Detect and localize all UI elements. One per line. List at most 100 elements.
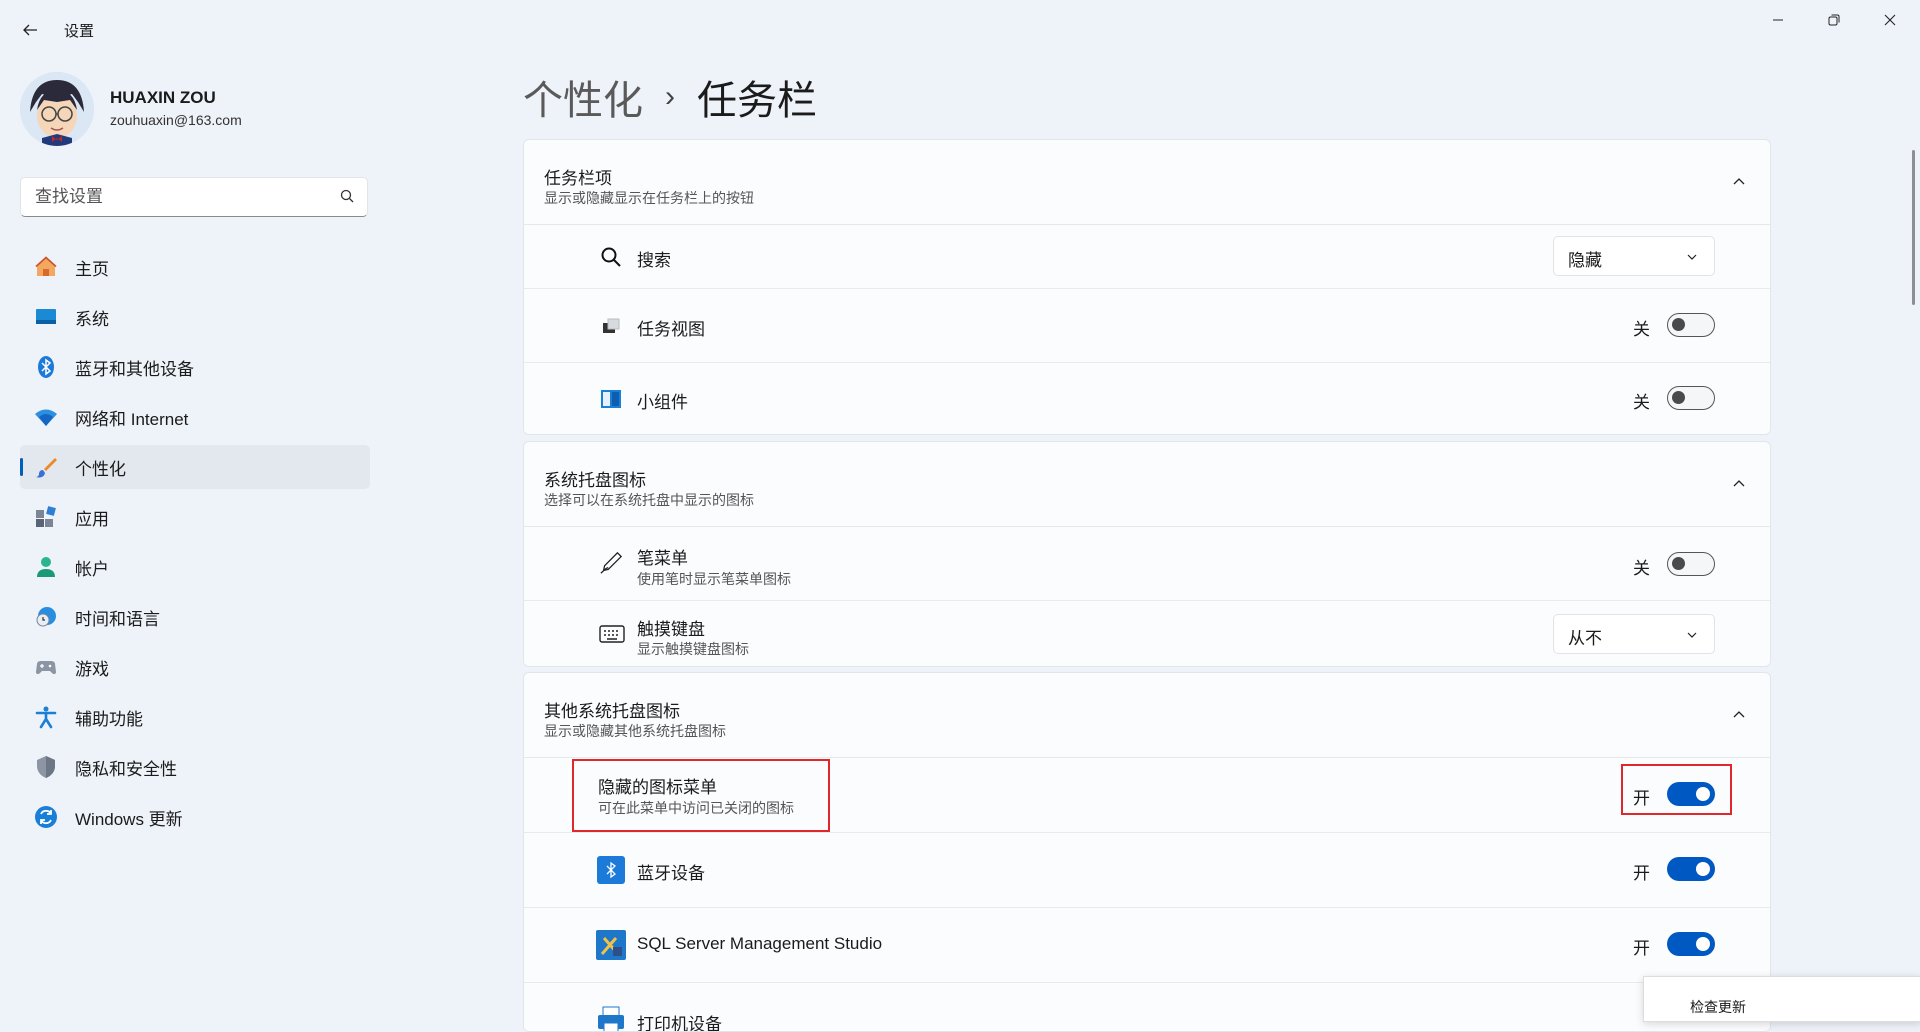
sidebar-item-label: 应用 [75, 509, 109, 529]
section-subtitle: 选择可以在系统托盘中显示的图标 [544, 492, 754, 508]
setting-label: 任务视图 [637, 320, 705, 339]
ssms-toggle[interactable] [1667, 932, 1715, 956]
sidebar-item-system[interactable]: 系统 [20, 295, 370, 339]
restore-icon [1828, 14, 1840, 26]
chevron-down-icon [1687, 254, 1697, 260]
search-icon[interactable] [340, 189, 355, 204]
section-header[interactable]: 任务栏项 显示或隐藏显示在任务栏上的按钮 [524, 140, 1770, 225]
sidebar-item-windows-update[interactable]: Windows 更新 [20, 795, 370, 839]
minimize-icon [1773, 19, 1783, 21]
toggle-knob [1696, 937, 1710, 951]
taskbar-items-section: 任务栏项 显示或隐藏显示在任务栏上的按钮 搜索 隐藏 任务视图 关 小组件 关 [523, 139, 1771, 435]
section-title: 其他系统托盘图标 [544, 702, 680, 721]
sidebar-item-network[interactable]: 网络和 Internet [20, 395, 370, 439]
setting-row-touch-keyboard: 触摸键盘 显示触摸键盘图标 从不 [524, 601, 1770, 666]
sql-server-icon [596, 930, 626, 960]
dropdown-value: 隐藏 [1568, 251, 1602, 270]
title-bar: 设置 [0, 0, 1920, 60]
gamepad-icon [36, 661, 56, 675]
touch-keyboard-dropdown[interactable]: 从不 [1553, 614, 1715, 654]
sidebar-item-gaming[interactable]: 游戏 [20, 645, 370, 689]
toggle-knob [1672, 557, 1685, 570]
pen-menu-toggle[interactable] [1667, 552, 1715, 576]
breadcrumb: 个性化 › 任务栏 [523, 68, 817, 126]
restore-button[interactable] [1806, 0, 1862, 40]
setting-row-ssms: SQL Server Management Studio 开 [524, 908, 1770, 983]
search-icon [599, 245, 623, 269]
setting-label: SQL Server Management Studio [637, 934, 883, 953]
avatar[interactable] [20, 72, 94, 146]
system-icon [36, 309, 56, 324]
setting-label: 触摸键盘 [637, 620, 705, 639]
app-title: 设置 [64, 23, 95, 40]
sidebar-item-accessibility[interactable]: 辅助功能 [20, 695, 370, 739]
breadcrumb-parent[interactable]: 个性化 [523, 68, 643, 126]
check-updates-popup[interactable]: 检查更新 [1643, 976, 1920, 1022]
user-email: zouhuaxin@163.com [110, 112, 242, 128]
setting-label: 蓝牙设备 [637, 864, 705, 883]
chevron-up-icon[interactable] [1732, 174, 1746, 188]
toggle-knob [1696, 862, 1710, 876]
sidebar-item-label: 网络和 Internet [75, 409, 189, 429]
account-icon [37, 557, 55, 577]
accessibility-icon [35, 706, 57, 729]
active-indicator [20, 458, 23, 476]
close-button[interactable] [1862, 0, 1918, 40]
dropdown-value: 从不 [1568, 629, 1602, 648]
section-header[interactable]: 系统托盘图标 选择可以在系统托盘中显示的图标 [524, 442, 1770, 527]
toggle-state-text: 开 [1633, 864, 1650, 883]
setting-label: 笔菜单 [637, 549, 688, 568]
search-input[interactable] [33, 186, 327, 208]
page-title: 任务栏 [697, 79, 817, 123]
printer-icon [596, 1005, 626, 1031]
task-view-toggle[interactable] [1667, 313, 1715, 337]
sidebar-item-time-language[interactable]: 时间和语言 [20, 595, 370, 639]
sidebar-item-apps[interactable]: 应用 [20, 495, 370, 539]
scrollbar[interactable] [1912, 150, 1915, 305]
chevron-up-icon[interactable] [1732, 476, 1746, 490]
pen-icon [599, 551, 623, 575]
user-name: HUAXIN ZOU [110, 88, 216, 107]
sidebar-item-label: 系统 [75, 309, 109, 329]
toggle-knob [1672, 318, 1685, 331]
brush-icon [36, 458, 57, 478]
sidebar-item-label: 辅助功能 [75, 709, 143, 729]
task-view-icon [599, 314, 623, 338]
sidebar-item-label: 隐私和安全性 [75, 759, 177, 779]
sidebar-item-label: 个性化 [75, 459, 126, 479]
settings-search[interactable] [20, 177, 368, 217]
setting-label: 打印机设备 [637, 1015, 722, 1032]
sidebar-item-label: 主页 [75, 259, 109, 279]
shield-icon [37, 756, 55, 778]
sidebar-item-personalization[interactable]: 个性化 [20, 445, 370, 489]
setting-label: 小组件 [637, 393, 688, 412]
widgets-icon [599, 387, 623, 411]
widgets-toggle[interactable] [1667, 386, 1715, 410]
section-header[interactable]: 其他系统托盘图标 显示或隐藏其他系统托盘图标 [524, 673, 1770, 758]
setting-row-widgets: 小组件 关 [524, 363, 1770, 434]
sidebar-item-bluetooth[interactable]: 蓝牙和其他设备 [20, 345, 370, 389]
section-subtitle: 显示或隐藏显示在任务栏上的按钮 [544, 190, 754, 206]
highlight-box-toggle [1621, 764, 1732, 815]
minimize-button[interactable] [1750, 0, 1806, 40]
sidebar-nav: 主页 系统 蓝牙和其他设备 网络和 Internet 个性化 应用 帐户 时间和… [20, 245, 370, 845]
setting-description: 显示触摸键盘图标 [637, 641, 749, 657]
toggle-knob [1672, 391, 1685, 404]
sidebar-item-home[interactable]: 主页 [20, 245, 370, 289]
setting-row-printer: 打印机设备 [524, 983, 1770, 1032]
search-mode-dropdown[interactable]: 隐藏 [1553, 236, 1715, 276]
check-updates-label: 检查更新 [1690, 999, 1746, 1015]
bluetooth-icon [38, 356, 54, 378]
sidebar-item-label: 蓝牙和其他设备 [75, 359, 194, 379]
toggle-state-text: 开 [1633, 939, 1650, 958]
bluetooth-devices-toggle[interactable] [1667, 857, 1715, 881]
chevron-up-icon[interactable] [1732, 707, 1746, 721]
apps-icon [36, 506, 56, 527]
highlight-box-label [572, 759, 830, 832]
sidebar-item-label: 游戏 [75, 659, 109, 679]
back-button[interactable] [14, 14, 46, 46]
keyboard-icon [599, 622, 625, 646]
sidebar-item-accounts[interactable]: 帐户 [20, 545, 370, 589]
time-language-icon [36, 607, 56, 627]
sidebar-item-privacy[interactable]: 隐私和安全性 [20, 745, 370, 789]
